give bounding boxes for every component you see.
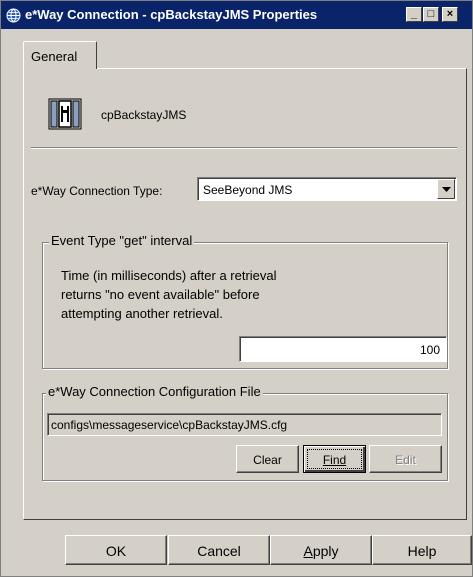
chevron-down-icon	[442, 187, 451, 192]
find-button[interactable]: Find	[303, 445, 366, 473]
properties-dialog: e*Way Connection - cpBackstayJMS Propert…	[0, 0, 473, 577]
find-button-label: Find	[322, 453, 347, 467]
help-button-label: Help	[407, 543, 437, 559]
globe-icon	[6, 8, 21, 23]
description-line: Time (in milliseconds) after a retrieval	[61, 268, 277, 283]
edit-button[interactable]: Edit	[369, 445, 442, 473]
maximize-icon: □	[427, 8, 435, 20]
maximize-button[interactable]: □	[423, 7, 439, 22]
ok-button-label: OK	[105, 543, 127, 559]
clear-button[interactable]: Clear	[236, 445, 299, 473]
connection-type-select[interactable]: SeeBeyond JMS	[197, 177, 457, 201]
config-file-title: e*Way Connection Configuration File	[46, 384, 263, 399]
config-path-field[interactable]: configs\messageservice\cpBackstayJMS.cfg	[47, 413, 442, 436]
connection-name: cpBackstayJMS	[101, 108, 187, 122]
apply-button[interactable]: Apply	[270, 535, 372, 565]
connection-type-label: e*Way Connection Type:	[31, 184, 163, 198]
separator	[31, 147, 457, 149]
close-icon: ×	[446, 8, 454, 20]
edit-button-label: Edit	[395, 453, 416, 467]
ok-button[interactable]: OK	[65, 535, 167, 565]
description-line: attempting another retrieval.	[61, 306, 223, 321]
close-button[interactable]: ×	[442, 7, 458, 22]
connection-icon	[48, 98, 82, 130]
minimize-icon: _	[410, 8, 418, 20]
description-line: returns "no event available" before	[61, 287, 260, 302]
title-bar[interactable]: e*Way Connection - cpBackstayJMS Propert…	[1, 1, 472, 29]
cancel-button[interactable]: Cancel	[168, 535, 270, 565]
connection-type-value: SeeBeyond JMS	[203, 183, 293, 197]
tab-general[interactable]: General	[23, 41, 97, 69]
help-button[interactable]: Help	[372, 535, 472, 565]
event-interval-title: Event Type "get" interval	[49, 233, 195, 248]
cancel-button-label: Cancel	[197, 543, 241, 559]
clear-button-label: Clear	[253, 453, 282, 467]
apply-button-label: Apply	[303, 543, 339, 559]
dropdown-button[interactable]	[437, 179, 455, 199]
event-interval-description: Time (in milliseconds) after a retrieval…	[61, 266, 277, 323]
tab-general-label: General	[31, 49, 78, 64]
window-title: e*Way Connection - cpBackstayJMS Propert…	[25, 7, 318, 22]
interval-input[interactable]: 100	[239, 336, 447, 362]
minimize-button[interactable]: _	[406, 7, 422, 22]
